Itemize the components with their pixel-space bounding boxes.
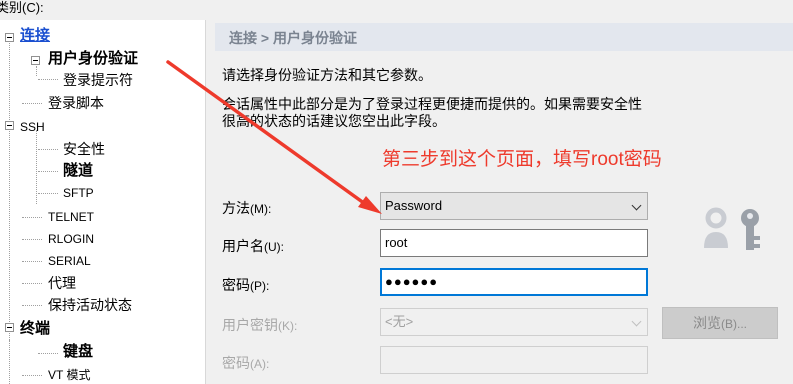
tree-item-telnet[interactable]: TELNET [48,207,94,227]
tree-guide-line [38,79,58,80]
password-value: ●●●●●● [385,274,439,289]
tree-item-login-prompt[interactable]: 登录提示符 [63,70,133,90]
method-value: Password [385,198,443,213]
tree-item-vt-mode[interactable]: VT 模式 [48,365,90,384]
browse-button-accel: (B)... [721,317,747,331]
user-key-label-accel: (K): [278,319,298,333]
user-key-label: 用户密钥(K): [222,315,297,335]
passphrase-label: 密码(A): [222,353,269,373]
tree-guide-line [38,353,58,354]
tree-guide-line [22,217,42,218]
tree-guide-line [9,340,10,384]
description-line-2: 会话属性中此部分是为了登录过程更便捷而提供的。如果需要安全性 [222,96,642,112]
tree-item-user-auth[interactable]: 用户身份验证 [48,49,138,69]
tree-guide-line [36,66,37,76]
password-input[interactable]: ●●●●●● [380,268,648,296]
browse-button-label: 浏览 [693,315,721,331]
tree-item-ssh[interactable]: SSH [20,117,45,137]
session-properties-dialog: 类别(C): 连接 用户身份验证 登录提示符 登录脚本 SSH 安全性 隧道 S… [0,0,793,384]
tree-guide-line [22,283,42,284]
tree-item-serial[interactable]: SERIAL [48,251,91,271]
tree-guide-line [22,375,42,376]
annotation-text: 第三步到这个页面，填写root密码 [382,149,662,170]
tree-item-login-script[interactable]: 登录脚本 [48,93,104,113]
tree-item-security[interactable]: 安全性 [63,139,105,159]
description-line-1: 请选择身份验证方法和其它参数。 [222,67,432,83]
tree-item-tunnel[interactable]: 隧道 [63,161,93,181]
username-input[interactable]: root [380,229,648,257]
username-label: 用户名(U): [222,236,284,256]
tree-guide-line [38,171,58,172]
tree-guide-line [22,103,42,104]
passphrase-label-accel: (A): [250,357,270,371]
username-label-accel: (U): [264,240,284,254]
category-tree[interactable]: 连接 用户身份验证 登录提示符 登录脚本 SSH 安全性 隧道 SFTP TEL… [0,20,206,384]
user-key-label-text: 用户密钥 [222,317,278,333]
method-select[interactable]: Password [380,192,648,220]
category-label: 类别(C): [0,0,44,15]
method-label: 方法(M): [222,198,271,218]
breadcrumb: 连接 > 用户身份验证 [229,30,357,46]
user-key-select[interactable]: <无> [380,308,648,336]
password-label: 密码(P): [222,275,269,295]
tree-item-sftp[interactable]: SFTP [63,183,94,203]
tree-item-keyboard[interactable]: 键盘 [63,342,93,362]
tree-item-terminal[interactable]: 终端 [20,319,50,339]
tree-guide-line [22,305,42,306]
chevron-down-icon [631,316,642,327]
tree-item-keepalive[interactable]: 保持活动状态 [48,295,132,315]
tree-guide-line [22,239,42,240]
tree-guide-line [36,130,37,204]
collapse-terminal-icon[interactable] [5,323,14,332]
chevron-down-icon [631,200,642,211]
tree-item-proxy[interactable]: 代理 [48,273,76,293]
browse-button[interactable]: 浏览(B)... [662,307,778,339]
collapse-connection-icon[interactable] [5,33,14,42]
method-label-text: 方法 [222,200,250,216]
tree-item-connection[interactable]: 连接 [20,26,50,46]
tree-guide-line [38,193,58,194]
tree-guide-line [9,40,10,340]
tree-item-rlogin[interactable]: RLOGIN [48,229,94,249]
key-icon [704,207,760,250]
description-line-3: 很高的状态的话建议您空出此字段。 [222,113,446,129]
password-label-accel: (P): [250,279,270,293]
password-label-text: 密码 [222,277,250,293]
username-value: root [385,235,408,250]
user-key-value: <无> [385,314,414,329]
method-label-accel: (M): [250,202,272,216]
collapse-user-auth-icon[interactable] [31,56,40,65]
username-label-text: 用户名 [222,238,264,254]
passphrase-input[interactable] [380,346,648,374]
tree-guide-line [22,261,42,262]
passphrase-label-text: 密码 [222,355,250,371]
collapse-ssh-icon[interactable] [5,121,14,130]
tree-guide-line [38,149,58,150]
